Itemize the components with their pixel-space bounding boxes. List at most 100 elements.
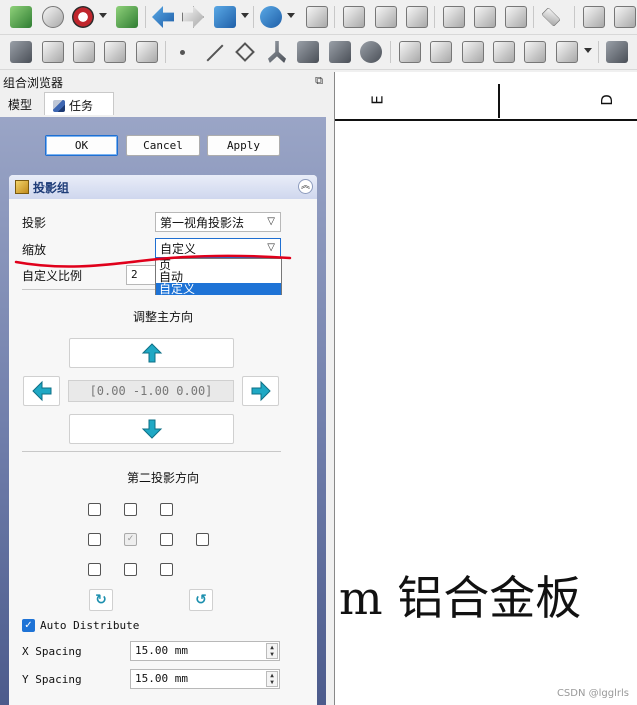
- tab-task[interactable]: 任务: [44, 92, 114, 115]
- detail-view-icon[interactable]: [136, 41, 158, 63]
- view-checkbox-bottom-right[interactable]: [160, 563, 173, 576]
- rotate-ccw-icon: ↺: [195, 592, 207, 608]
- rotate-cw-icon: ↻: [95, 592, 107, 608]
- float-panel-icon[interactable]: ⧉: [315, 74, 323, 88]
- ok-button[interactable]: OK: [45, 135, 118, 156]
- top-view-icon[interactable]: [375, 6, 397, 28]
- x-spacing-value: 15.00 mm: [135, 644, 188, 657]
- tab-model[interactable]: 模型: [0, 92, 44, 115]
- view-checkbox-bottom-left[interactable]: [88, 563, 101, 576]
- spin-arrows-icon[interactable]: ▲ ▼: [266, 643, 278, 659]
- primary-direction-vector: [0.00 -1.00 0.00]: [68, 380, 234, 402]
- std-views-icon[interactable]: [260, 6, 282, 28]
- y-spacing-value: 15.00 mm: [135, 672, 188, 685]
- section-view-icon[interactable]: [104, 41, 126, 63]
- red-annotation-underline: [14, 254, 292, 268]
- leader-line-icon[interactable]: [606, 41, 628, 63]
- hatch-icon[interactable]: [399, 41, 421, 63]
- view-checkbox-left[interactable]: [88, 533, 101, 546]
- view-checkbox-rear[interactable]: [196, 533, 209, 546]
- toolbar-view: [0, 0, 637, 35]
- x-spacing-input[interactable]: 15.00 mm ▲ ▼: [130, 641, 280, 661]
- chevron-down-icon[interactable]: [584, 48, 592, 53]
- y-spacing-input[interactable]: 15.00 mm ▲ ▼: [130, 669, 280, 689]
- chevron-down-icon: ▽: [267, 216, 275, 227]
- toolbar-separator: [145, 6, 146, 28]
- apply-button[interactable]: Apply: [207, 135, 280, 156]
- group-title: 投影组: [33, 181, 70, 195]
- rotate-down-button[interactable]: [69, 414, 234, 444]
- zoom-selection-icon[interactable]: [42, 6, 64, 28]
- chevron-down-icon[interactable]: [241, 13, 249, 18]
- auto-distribute-label: Auto Distribute: [40, 619, 140, 632]
- new-page-icon[interactable]: [583, 6, 605, 28]
- export-page-icon[interactable]: [73, 41, 95, 63]
- left-view-icon[interactable]: [505, 6, 527, 28]
- back-arrow-icon[interactable]: [152, 6, 174, 28]
- rotate-left-button[interactable]: [23, 376, 60, 406]
- view-checkbox-right[interactable]: [160, 533, 173, 546]
- chevron-down-icon[interactable]: [287, 13, 295, 18]
- fit-all-icon[interactable]: [10, 6, 32, 28]
- draw-style-icon[interactable]: [72, 6, 94, 28]
- rotate-cw-button[interactable]: ↻: [89, 589, 113, 611]
- auto-distribute-checkbox[interactable]: ✓: [22, 619, 35, 632]
- tab-label: 模型: [8, 98, 33, 112]
- projection-combo[interactable]: 第一视角投影法 ▽: [155, 212, 281, 232]
- task-panel: OK Cancel Apply 投影组 ︽: [0, 117, 326, 705]
- rotate-right-button[interactable]: [242, 376, 279, 406]
- scale-option-custom[interactable]: 自定义: [156, 283, 281, 295]
- insert-view-icon[interactable]: [10, 41, 32, 63]
- symbol-icon[interactable]: [462, 41, 484, 63]
- measure-distance-icon[interactable]: [541, 7, 561, 27]
- title-block-strip: E D: [335, 72, 637, 121]
- x-spacing-label: X Spacing: [22, 645, 82, 658]
- forward-arrow-icon[interactable]: [182, 6, 204, 28]
- watermark: CSDN @lgglrls: [556, 688, 629, 699]
- arrow-left-icon: [31, 380, 51, 402]
- projection-value: 第一视角投影法: [160, 216, 245, 230]
- projection-label: 投影: [22, 216, 47, 230]
- view-checkbox-top-right[interactable]: [160, 503, 173, 516]
- collapse-icon[interactable]: ︽: [298, 179, 313, 194]
- bottom-view-icon[interactable]: [474, 6, 496, 28]
- right-view-icon[interactable]: [406, 6, 428, 28]
- sheep-icon[interactable]: [360, 41, 382, 63]
- toolbar-separator: [574, 6, 575, 28]
- zone-letter: E: [368, 95, 387, 105]
- arrow-down-icon: [141, 419, 162, 439]
- primary-direction-title: 调整主方向: [132, 310, 193, 324]
- shape-icon[interactable]: [329, 41, 351, 63]
- insert-template-icon[interactable]: [614, 6, 636, 28]
- group-header: 投影组 ︽: [9, 175, 317, 199]
- line-icon[interactable]: [206, 44, 224, 62]
- view-checkbox-top-left[interactable]: [88, 503, 101, 516]
- toolbar-separator: [533, 6, 534, 28]
- bounding-box-icon[interactable]: [116, 6, 138, 28]
- draft-view-icon[interactable]: [524, 41, 546, 63]
- diamond-icon[interactable]: [235, 42, 255, 62]
- face-icon[interactable]: [297, 41, 319, 63]
- panel-title: 组合浏览器: [3, 76, 64, 90]
- view-checkbox-bottom[interactable]: [124, 563, 137, 576]
- zone-divider: [498, 84, 500, 118]
- tab-label: 任务: [69, 99, 94, 113]
- front-view-icon[interactable]: [343, 6, 365, 28]
- sync-view-icon[interactable]: [214, 6, 236, 28]
- spreadsheet-view-icon[interactable]: [556, 41, 578, 63]
- spin-arrows-icon[interactable]: ▲ ▼: [266, 671, 278, 687]
- view-checkbox-top[interactable]: [124, 503, 137, 516]
- rear-view-icon[interactable]: [443, 6, 465, 28]
- isometric-view-icon[interactable]: [306, 6, 328, 28]
- rotate-up-button[interactable]: [69, 338, 234, 368]
- geometric-hatch-icon[interactable]: [430, 41, 452, 63]
- drawing-page[interactable]: E D m 铝合金板 CSDN @lgglrls: [334, 72, 637, 705]
- chevron-down-icon[interactable]: [99, 13, 107, 18]
- vertex-icon[interactable]: [180, 50, 185, 55]
- arch-view-icon[interactable]: [493, 41, 515, 63]
- cancel-button[interactable]: Cancel: [126, 135, 200, 156]
- edge-icon[interactable]: [268, 41, 286, 63]
- active-view-icon[interactable]: [42, 41, 64, 63]
- zone-letter: D: [597, 94, 616, 106]
- rotate-ccw-button[interactable]: ↺: [189, 589, 213, 611]
